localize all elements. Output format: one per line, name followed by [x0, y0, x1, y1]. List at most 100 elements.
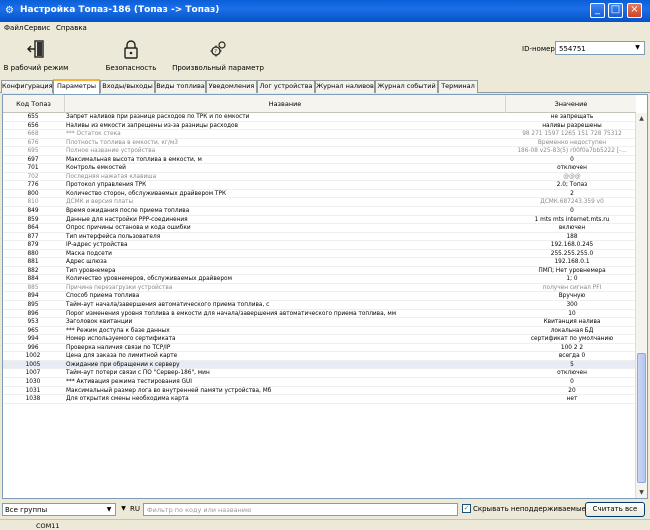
- cell-code: 1030: [25, 378, 41, 385]
- tab-parameters[interactable]: Параметры: [53, 79, 100, 94]
- maximize-button[interactable]: □: [608, 3, 623, 18]
- table-row[interactable]: 656 Наливы из емкости запрещены из-за раз…: [3, 122, 636, 131]
- cell-code: 885: [27, 284, 39, 291]
- cell-code: 882: [27, 267, 39, 274]
- column-header-name[interactable]: Название: [65, 95, 506, 113]
- custom-parameter-button[interactable]: ? Произвольный параметр: [172, 37, 264, 77]
- table-row[interactable]: 882 Тип уровнемера ПМП; Нет уровнемера: [3, 267, 636, 276]
- cell-name: Тип интерфейса пользователя: [66, 233, 161, 240]
- table-row[interactable]: 953 Заголовок квитанции Квитанция налива: [3, 318, 636, 327]
- scroll-down-icon[interactable]: ▼: [636, 487, 647, 498]
- read-all-button[interactable]: Считать все: [585, 502, 645, 517]
- cell-name: Опрос причины останова и кода ошибки: [66, 225, 191, 232]
- cell-name: Цена для заказа по лимитной карте: [66, 353, 178, 360]
- cell-code: 849: [27, 208, 39, 215]
- cell-code: 656: [27, 122, 39, 129]
- id-label: ID-номер: [522, 45, 555, 53]
- cell-code: 879: [27, 242, 39, 249]
- security-button[interactable]: Безопасность: [100, 37, 162, 77]
- group-select[interactable]: Все группы ▼: [2, 503, 116, 516]
- menu-file[interactable]: Файл: [4, 24, 23, 32]
- scroll-thumb[interactable]: [637, 353, 646, 483]
- language-dropdown-icon[interactable]: ▼: [119, 503, 128, 515]
- gears-question-icon: ?: [210, 41, 226, 57]
- tab-configuration[interactable]: Конфигурация: [1, 80, 53, 93]
- table-row[interactable]: 885 Причина перезагрузки устройства получе…: [3, 284, 636, 293]
- cell-name: Тип уровнемера: [66, 267, 116, 274]
- tab-fuel-types[interactable]: Виды топлива: [155, 80, 206, 93]
- cell-name: Наливы из емкости запрещены из-за разниц…: [66, 122, 239, 129]
- table-row[interactable]: 1007 Тайм-аут потери связи с ПО "Сервер-1…: [3, 369, 636, 378]
- id-combobox[interactable]: 554751 ▼: [555, 41, 645, 55]
- cell-name: Для открытия смены необходима карта: [66, 396, 189, 403]
- chevron-down-icon[interactable]: ▼: [104, 504, 114, 515]
- hide-unsupported-label[interactable]: Скрывать неподдерживаемые: [473, 505, 586, 513]
- table-row[interactable]: 994 Номер используемого сертификата сертиф…: [3, 335, 636, 344]
- cell-value: нет: [566, 396, 578, 403]
- tab-event-journal[interactable]: Журнал событий: [375, 80, 438, 93]
- cell-code: 676: [27, 139, 39, 146]
- cell-value: 10: [568, 310, 576, 317]
- cell-name: Плотность топлива в емкости, кг/м3: [66, 139, 178, 146]
- table-row[interactable]: 697 Максимальная высота топлива в емкости…: [3, 156, 636, 165]
- table-row[interactable]: 668 *** Остаток стека 98 271 1597 1265 151…: [3, 130, 636, 139]
- table-row[interactable]: 965 *** Режим доступа к базе данных локаль…: [3, 327, 636, 336]
- cell-code: 701: [27, 165, 39, 172]
- filter-bar: Все группы ▼ ▼ RU Фильтр по коду или наз…: [0, 500, 650, 518]
- hide-unsupported-checkbox[interactable]: ✓: [462, 504, 471, 513]
- menu-service[interactable]: Сервис: [24, 24, 50, 32]
- table-row[interactable]: 776 Протокол управления ТРК 2.0; Топаз: [3, 181, 636, 190]
- table-row[interactable]: 884 Количество уровнемеров, обслуживаемых…: [3, 275, 636, 284]
- table-row[interactable]: 701 Контроль емкостей отключен: [3, 164, 636, 173]
- work-mode-button[interactable]: В рабочий режим: [2, 37, 70, 77]
- table-row[interactable]: 695 Полное название устройства 186-08 v25-…: [3, 147, 636, 156]
- tab-inputs-outputs[interactable]: Входы/выходы: [100, 80, 155, 93]
- cell-value: ДСМК.687243.359 v0: [540, 199, 604, 206]
- filter-input[interactable]: Фильтр по коду или названию: [143, 503, 458, 516]
- cell-value: 0: [570, 208, 574, 215]
- vertical-scrollbar[interactable]: ▲ ▼: [635, 113, 647, 498]
- cell-value: сертификат по умолчанию: [530, 336, 614, 343]
- tab-fill-journal[interactable]: Журнал наливов: [315, 80, 375, 93]
- table-row[interactable]: 1038 Для открытия смены необходима карта н…: [3, 395, 636, 404]
- table-row[interactable]: 864 Опрос причины останова и кода ошибки в…: [3, 224, 636, 233]
- cell-value: 255.255.255.0: [550, 250, 594, 257]
- table-row[interactable]: 896 Порог изменения уровня топлива в емко…: [3, 310, 636, 319]
- tab-notifications[interactable]: Уведомления: [206, 80, 257, 93]
- tab-bar: Конфигурация Параметры Входы/выходы Виды…: [0, 79, 650, 94]
- cell-value: 2: [570, 190, 574, 197]
- table-row[interactable]: 895 Тайм-аут начала/завершения автоматиче…: [3, 301, 636, 310]
- table-row[interactable]: 1005 Ожидание при обращении к серверу 5: [3, 360, 636, 370]
- table-row[interactable]: 676 Плотность топлива в емкости, кг/м3 Вре…: [3, 139, 636, 148]
- menu-help[interactable]: Справка: [56, 24, 87, 32]
- table-row[interactable]: 879 IP-адрес устройства 192.168.0.245: [3, 241, 636, 250]
- column-header-value[interactable]: Значение: [506, 95, 636, 113]
- minimize-button[interactable]: _: [590, 3, 605, 18]
- table-row[interactable]: 810 ДСМК и версия платы ДСМК.687243.359 v0: [3, 198, 636, 208]
- tab-device-log[interactable]: Лог устройства: [257, 80, 315, 93]
- table-row[interactable]: 655 Запрет наливов при разнице расходов п…: [3, 113, 636, 122]
- chevron-down-icon[interactable]: ▼: [632, 43, 643, 53]
- tab-terminal[interactable]: Терминал: [438, 80, 478, 93]
- table-row[interactable]: 880 Маска подсети 255.255.255.0: [3, 250, 636, 259]
- cell-code: 1005: [25, 361, 41, 368]
- cell-value: всегда 0: [558, 353, 586, 360]
- cell-name: Заголовок квитанции: [66, 319, 133, 326]
- table-row[interactable]: 1002 Цена для заказа по лимитной карте все…: [3, 352, 636, 361]
- table-row[interactable]: 877 Тип интерфейса пользователя 188: [3, 233, 636, 242]
- table-row[interactable]: 702 Последняя нажатая клавиша @@@: [3, 173, 636, 182]
- table-row[interactable]: 1031 Максимальный размер лога во внутренн…: [3, 387, 636, 396]
- table-row[interactable]: 859 Данные для настройки PPP-соединения 1 …: [3, 216, 636, 225]
- cell-value: отключен: [557, 165, 587, 172]
- table-row[interactable]: 1030 *** Активация режима тестирования GU…: [3, 378, 636, 387]
- table-row[interactable]: 881 Адрес шлюза 192.168.0.1: [3, 258, 636, 267]
- close-button[interactable]: ×: [627, 3, 642, 18]
- column-header-code[interactable]: Код Топаз: [3, 95, 65, 113]
- scroll-up-icon[interactable]: ▲: [636, 113, 647, 124]
- table-row[interactable]: 894 Способ приема топлива Вручную: [3, 292, 636, 302]
- table-row[interactable]: 849 Время ожидания после приема топлива 0: [3, 207, 636, 216]
- grid-header: Код Топаз Название Значение: [3, 95, 636, 113]
- cell-code: 1007: [25, 370, 41, 377]
- table-row[interactable]: 800 Количество сторон, обслуживаемых драй…: [3, 190, 636, 199]
- table-row[interactable]: 996 Проверка наличия связи по TCP/IP 100 2…: [3, 344, 636, 353]
